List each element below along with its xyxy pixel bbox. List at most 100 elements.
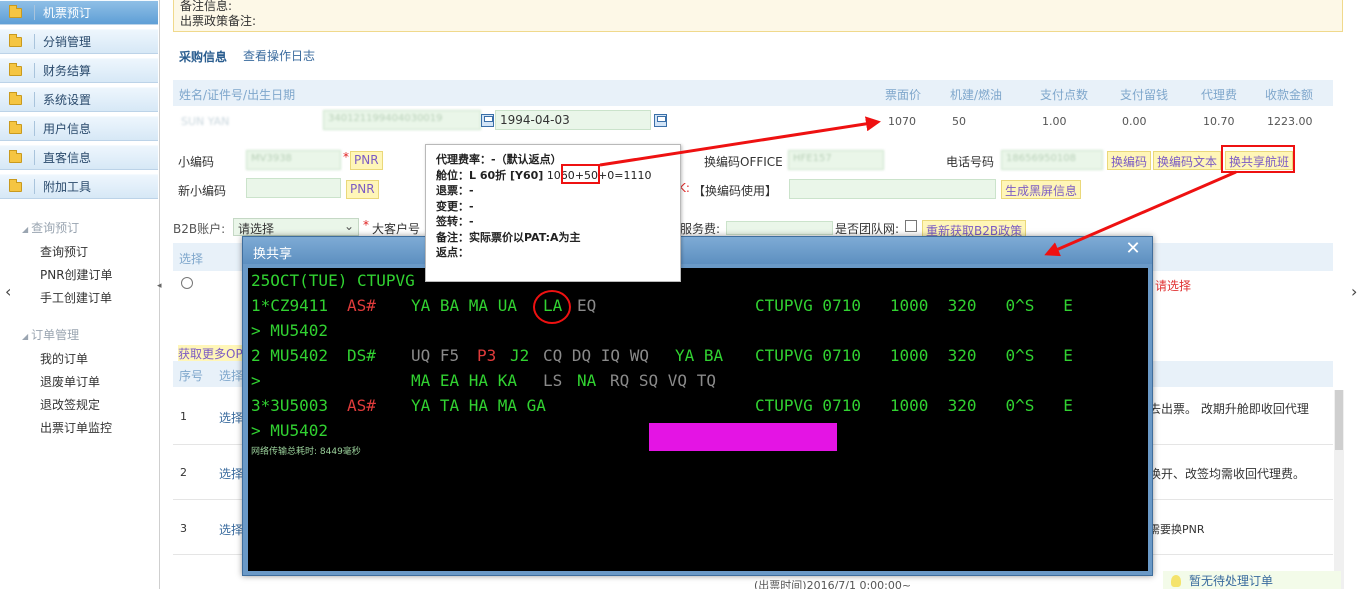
use-field[interactable] (789, 179, 996, 199)
network-timing: 网络传输总耗时: 8449毫秒 (251, 447, 361, 457)
get-more-button[interactable]: 获取更多OP (178, 345, 243, 362)
sublink-refund-orders[interactable]: 退废单订单 (40, 373, 100, 390)
flight-number: 2 MU5402 (251, 346, 329, 365)
row-select-link[interactable]: 选择 (219, 521, 243, 538)
subgroup-orders[interactable]: ◢ 订单管理 (22, 326, 79, 343)
sidebar: 机票预订 分销管理 财务结算 系统设置 用户信息 直客信息 附加工具 ◢ 查询预订… (0, 0, 160, 589)
th-amount: 收款金额 (1265, 88, 1314, 102)
collapse-left-icon[interactable]: ◂ (157, 281, 162, 291)
note-box: 备注信息: 出票政策备注: (173, 0, 1343, 32)
sidebar-item-settings[interactable]: 系统设置 (0, 87, 158, 112)
b2b-select[interactable]: 请选择 ⌄ (233, 218, 359, 236)
triangle-down-icon: ◢ (22, 332, 29, 341)
big-customer-label: 大客户号 (372, 222, 421, 236)
close-icon[interactable]: ✕ (1124, 240, 1142, 258)
pnr-button[interactable]: PNR (350, 151, 383, 170)
th-name: 姓名/证件号/出生日期 (179, 88, 296, 102)
sidebar-item-finance[interactable]: 财务结算 (0, 58, 158, 83)
save-icon[interactable] (481, 114, 494, 127)
flight-status: AS# (347, 296, 376, 315)
service-fee-field[interactable] (726, 221, 833, 235)
policy-tooltip: 代理费率：-（默认返点） 舱位：L 60折 [Y60] 1060+50+0=11… (425, 144, 681, 282)
new-small-code-field[interactable] (246, 178, 341, 198)
service-fee-label: 服务费: (680, 222, 721, 236)
change-code-button[interactable]: 换编码 (1107, 151, 1152, 170)
row-select-link[interactable]: 选择 (219, 465, 243, 482)
chevron-left-icon[interactable]: ‹ (5, 282, 11, 301)
tab-purchase-info[interactable]: 采购信息 (179, 48, 227, 65)
scrollbar[interactable] (1334, 390, 1344, 589)
id-number-field[interactable]: 340121199404030019 (323, 110, 481, 130)
sublink-pnr-create[interactable]: PNR创建订单 (40, 266, 113, 283)
sidebar-item-label: 用户信息 (43, 122, 92, 136)
agent-fee-value: 10.70 (1203, 115, 1235, 128)
tax-value: 50 (952, 115, 966, 128)
tab-operation-log[interactable]: 查看操作日志 (243, 47, 315, 64)
row-note: 去出票。 改期升舱即收回代理 (1149, 402, 1309, 416)
class-p3: P3 (477, 346, 497, 365)
team-checkbox[interactable] (905, 220, 917, 232)
pending-orders-bar[interactable]: 暂无待处理订单 (1163, 571, 1341, 589)
sidebar-item-distribution[interactable]: 分销管理 (0, 29, 158, 54)
route-info: CTUPVG 0710 1000 320 0^S E (755, 296, 1073, 315)
change-code-text-button[interactable]: 换编码文本 (1153, 151, 1222, 170)
tooltip-cabin: 舱位：L 60折 [Y60] 1060+50+0=1110 (436, 168, 652, 182)
retain-value: 0.00 (1122, 115, 1147, 128)
class-eq: EQ (577, 296, 597, 315)
new-small-code-label: 新小编码 (178, 184, 227, 198)
pnr-button-2[interactable]: PNR (346, 180, 379, 199)
sublink-query-booking[interactable]: 查询预订 (40, 243, 88, 260)
triangle-down-icon: ◢ (22, 225, 29, 234)
sublink-ticket-monitor[interactable]: 出票订单监控 (40, 419, 112, 436)
sidebar-item-tools[interactable]: 附加工具 (0, 174, 158, 199)
office-label: 换编码OFFICE (704, 155, 783, 169)
tooltip-remark: 备注：实际票价以PAT:A为主 (436, 230, 581, 244)
points-value: 1.00 (1042, 115, 1067, 128)
sidebar-item-label: 附加工具 (43, 180, 92, 194)
phone-field[interactable]: 18656950108 (1001, 150, 1103, 170)
annotation-box-shared-flight (1221, 145, 1295, 173)
sidebar-item-flight-booking[interactable]: 机票预订 (0, 0, 158, 25)
row-no: 2 (180, 466, 187, 479)
fare-value: 1070 (888, 115, 916, 128)
subgroup-booking[interactable]: ◢ 查询预订 (22, 219, 79, 236)
folder-icon (9, 149, 22, 163)
note-line-1: 备注信息: (180, 0, 233, 13)
flight-number: 1*CZ9411 (251, 296, 329, 315)
sidebar-item-direct-customers[interactable]: 直客信息 (0, 145, 158, 170)
save-icon[interactable] (654, 114, 667, 127)
modal-titlebar[interactable]: 换共享 ✕ (243, 237, 1152, 264)
sublink-change-rules[interactable]: 退改签规定 (40, 396, 100, 413)
folder-icon (9, 178, 22, 192)
class-na: NA (577, 371, 597, 390)
th-select-2: 选择 (219, 369, 244, 383)
th-tax: 机建/燃油 (950, 88, 1003, 102)
use-label: 【换编码使用】 (693, 184, 778, 198)
row-no: 3 (180, 522, 187, 535)
row-select-link[interactable]: 选择 (219, 409, 243, 426)
office-field[interactable]: HFE157 (788, 150, 884, 170)
small-code-field[interactable]: MV3938 (246, 150, 341, 170)
sidebar-item-user-info[interactable]: 用户信息 (0, 116, 158, 141)
birth-date-field[interactable]: 1994-04-03 (495, 110, 651, 130)
flight-status: DS# (347, 346, 376, 365)
scrollbar-thumb[interactable] (1335, 390, 1343, 450)
class-list: MA EA HA KA (411, 371, 517, 390)
flight-status: AS# (347, 396, 376, 415)
folder-icon (9, 91, 22, 105)
folder-icon (9, 33, 22, 47)
b2b-label: B2B账户: (173, 222, 226, 236)
sublink-my-orders[interactable]: 我的订单 (40, 350, 88, 367)
blackscreen-button[interactable]: 生成黑屏信息 (1001, 180, 1082, 199)
annotation-box-price (561, 164, 600, 184)
radio-button[interactable] (181, 277, 193, 289)
terminal-line: > MU5402 (251, 321, 329, 340)
th-seq: 序号 (179, 369, 204, 383)
class-ls: LS (543, 371, 563, 390)
class-j2: J2 (510, 346, 530, 365)
modal-title: 换共享 (253, 247, 293, 262)
sublink-manual-create[interactable]: 手工创建订单 (40, 289, 112, 306)
chevron-right-icon[interactable]: › (1351, 282, 1357, 301)
reselect-text: 请选择 (1155, 279, 1192, 293)
amount-value: 1223.00 (1267, 115, 1313, 128)
